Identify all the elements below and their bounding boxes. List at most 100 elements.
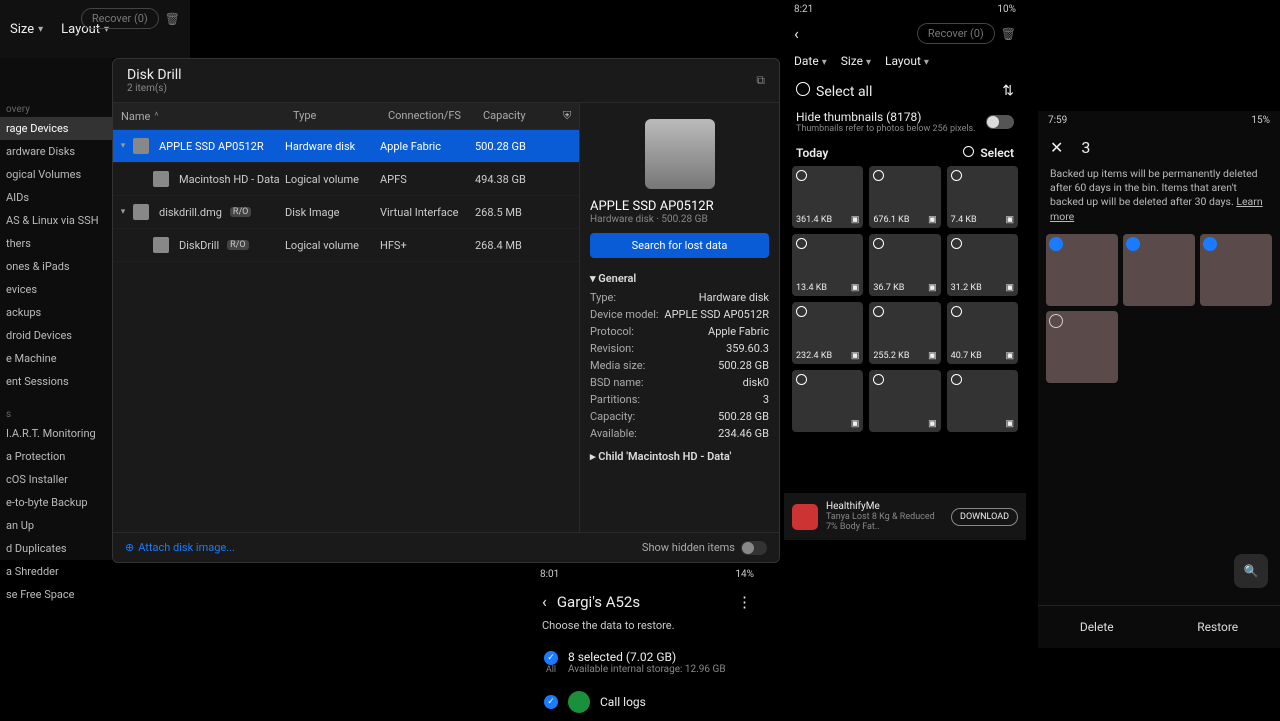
- calllog-checkbox[interactable]: ✓: [544, 695, 558, 709]
- sidebar-item[interactable]: ent Sessions: [0, 370, 112, 393]
- bin-message: Backed up items will be permanently dele…: [1038, 165, 1280, 234]
- recover-button[interactable]: Recover (0): [81, 8, 159, 29]
- sidebar-tool[interactable]: a Shredder: [0, 560, 112, 583]
- sidebar-item[interactable]: AIDs: [0, 186, 112, 209]
- photo-thumb[interactable]: 255.2 KB▣: [869, 302, 940, 364]
- sidebar-item[interactable]: e Machine: [0, 347, 112, 370]
- bin-thumb[interactable]: [1046, 234, 1118, 306]
- date-chip[interactable]: Date ▾: [794, 54, 827, 68]
- col-shield: ⛨: [555, 103, 579, 129]
- photo-thumb[interactable]: 40.7 KB▣: [947, 302, 1018, 364]
- device-name: Gargi's A52s: [557, 593, 640, 611]
- window-subtitle: 2 item(s): [127, 83, 182, 94]
- sidebar-tool[interactable]: cOS Installer: [0, 468, 112, 491]
- detail-row: Capacity:500.28 GB: [590, 408, 769, 425]
- col-name[interactable]: Name ^: [113, 103, 285, 129]
- show-hidden-label: Show hidden items: [642, 541, 735, 554]
- sidebar-item[interactable]: ardware Disks: [0, 140, 112, 163]
- today-header: Today: [796, 146, 828, 160]
- phone-icon: [568, 691, 590, 713]
- col-cap[interactable]: Capacity: [475, 103, 555, 129]
- hide-thumbnails-toggle[interactable]: [986, 115, 1014, 129]
- photo-thumb[interactable]: ▣: [947, 370, 1018, 432]
- photo-thumb[interactable]: 31.2 KB▣: [947, 234, 1018, 296]
- attach-disk-image-button[interactable]: ⊕ Attach disk image...: [125, 541, 235, 554]
- detail-row: BSD name:disk0: [590, 374, 769, 391]
- detail-row: Available:234.46 GB: [590, 425, 769, 442]
- sidebar-item[interactable]: AS & Linux via SSH: [0, 209, 112, 232]
- trash-icon[interactable]: 🗑: [1001, 27, 1016, 41]
- sidebar-header: overy: [0, 98, 112, 117]
- download-button[interactable]: DOWNLOAD: [951, 508, 1018, 526]
- child-section[interactable]: ▸ Child 'Macintosh HD - Data': [590, 446, 769, 467]
- back-icon[interactable]: ‹: [794, 24, 799, 43]
- photo-thumb[interactable]: 361.4 KB▣: [792, 166, 863, 228]
- sidebar-item[interactable]: ogical Volumes: [0, 163, 112, 186]
- sidebar-item[interactable]: ones & iPads: [0, 255, 112, 278]
- bin-thumb[interactable]: [1046, 311, 1118, 383]
- layout-chip[interactable]: Layout ▾: [885, 54, 929, 68]
- phone-restore: 8:0114% ‹Gargi's A52s ⋮ Choose the data …: [530, 565, 764, 720]
- back-icon[interactable]: ‹: [542, 592, 547, 611]
- detail-row: Device model:APPLE SSD AP0512R: [590, 306, 769, 323]
- sidebar-tool[interactable]: an Up: [0, 514, 112, 537]
- drive-icon: [645, 119, 715, 189]
- select-all[interactable]: Select all: [796, 82, 872, 100]
- trash-icon[interactable]: 🗑: [165, 12, 180, 26]
- delete-button[interactable]: Delete: [1080, 620, 1114, 634]
- table-row[interactable]: ▾diskdrill.dmg R/ODisk ImageVirtual Inte…: [113, 196, 579, 229]
- photo-thumb[interactable]: 13.4 KB▣: [792, 234, 863, 296]
- bin-thumb[interactable]: [1200, 234, 1272, 306]
- sidebar-tool[interactable]: a Protection: [0, 445, 112, 468]
- photo-thumb[interactable]: ▣: [792, 370, 863, 432]
- size-chip[interactable]: Size▾: [10, 22, 43, 37]
- photo-thumb[interactable]: 676.1 KB▣: [869, 166, 940, 228]
- calllog-label: Call logs: [600, 695, 646, 709]
- hide-thumbnails-label: Hide thumbnails (8178) Thumbnails refer …: [796, 110, 976, 134]
- restore-button[interactable]: Restore: [1197, 620, 1238, 634]
- selected-count: 3: [1081, 138, 1090, 157]
- close-icon[interactable]: ✕: [1050, 138, 1063, 157]
- detail-row: Type:Hardware disk: [590, 289, 769, 306]
- sidebar-item[interactable]: rage Devices: [0, 117, 112, 140]
- photo-thumb[interactable]: 36.7 KB▣: [869, 234, 940, 296]
- col-type[interactable]: Type: [285, 103, 380, 129]
- photo-thumb[interactable]: 7.4 KB▣: [947, 166, 1018, 228]
- search-lost-data-button[interactable]: Search for lost data: [590, 233, 769, 258]
- sidebar-item[interactable]: ackups: [0, 301, 112, 324]
- sidebar-item[interactable]: droid Devices: [0, 324, 112, 347]
- select-button[interactable]: Select: [963, 146, 1014, 160]
- table-row[interactable]: ▾APPLE SSD AP0512RHardware diskApple Fab…: [113, 130, 579, 163]
- sidebar-tool[interactable]: se Free Space: [0, 583, 112, 606]
- col-conn[interactable]: Connection/FS: [380, 103, 475, 129]
- phone-bin: 7:5915% ✕ 3 Backed up items will be perm…: [1038, 111, 1280, 648]
- recover-button[interactable]: Recover (0): [917, 23, 995, 44]
- ad-banner[interactable]: HealthifyMeTanya Lost 8 Kg & Reduced 7% …: [784, 493, 1026, 540]
- photo-thumb[interactable]: 232.4 KB▣: [792, 302, 863, 364]
- sidebar-tool[interactable]: d Duplicates: [0, 537, 112, 560]
- bin-thumb[interactable]: [1123, 234, 1195, 306]
- detail-row: Protocol:Apple Fabric: [590, 323, 769, 340]
- ad-icon: [792, 504, 818, 530]
- sidebar-tool[interactable]: I.A.R.T. Monitoring: [0, 422, 112, 445]
- sort-icon[interactable]: ⇅: [1002, 83, 1014, 99]
- detail-row: Revision:359.60.3: [590, 340, 769, 357]
- bookmark-icon[interactable]: ⧉: [756, 73, 765, 88]
- restore-subtitle: Choose the data to restore.: [530, 619, 764, 642]
- zoom-icon[interactable]: 🔍: [1234, 554, 1268, 588]
- size-chip[interactable]: Size ▾: [841, 54, 871, 68]
- sidebar-tool[interactable]: e-to-byte Backup: [0, 491, 112, 514]
- more-icon[interactable]: ⋮: [737, 593, 752, 611]
- window-title: Disk Drill: [127, 67, 182, 83]
- sidebar-item[interactable]: evices: [0, 278, 112, 301]
- general-section[interactable]: ▾ General: [590, 268, 769, 289]
- sidebar-item[interactable]: thers: [0, 232, 112, 255]
- sidebar: overy rage Devicesardware Disksogical Vo…: [0, 58, 112, 560]
- show-hidden-toggle[interactable]: [741, 541, 767, 555]
- table-row[interactable]: Macintosh HD - DataLogical volumeAPFS494…: [113, 163, 579, 196]
- all-checkbox[interactable]: ✓: [544, 651, 558, 665]
- phone-gallery: 8:2110% ‹ Recover (0) 🗑 Date ▾ Size ▾ La…: [784, 0, 1026, 540]
- diskdrill-window: Disk Drill 2 item(s) ⧉ Name ^ Type Conne…: [112, 58, 780, 563]
- table-row[interactable]: DiskDrill R/OLogical volumeHFS+268.4 MB: [113, 229, 579, 262]
- photo-thumb[interactable]: ▣: [869, 370, 940, 432]
